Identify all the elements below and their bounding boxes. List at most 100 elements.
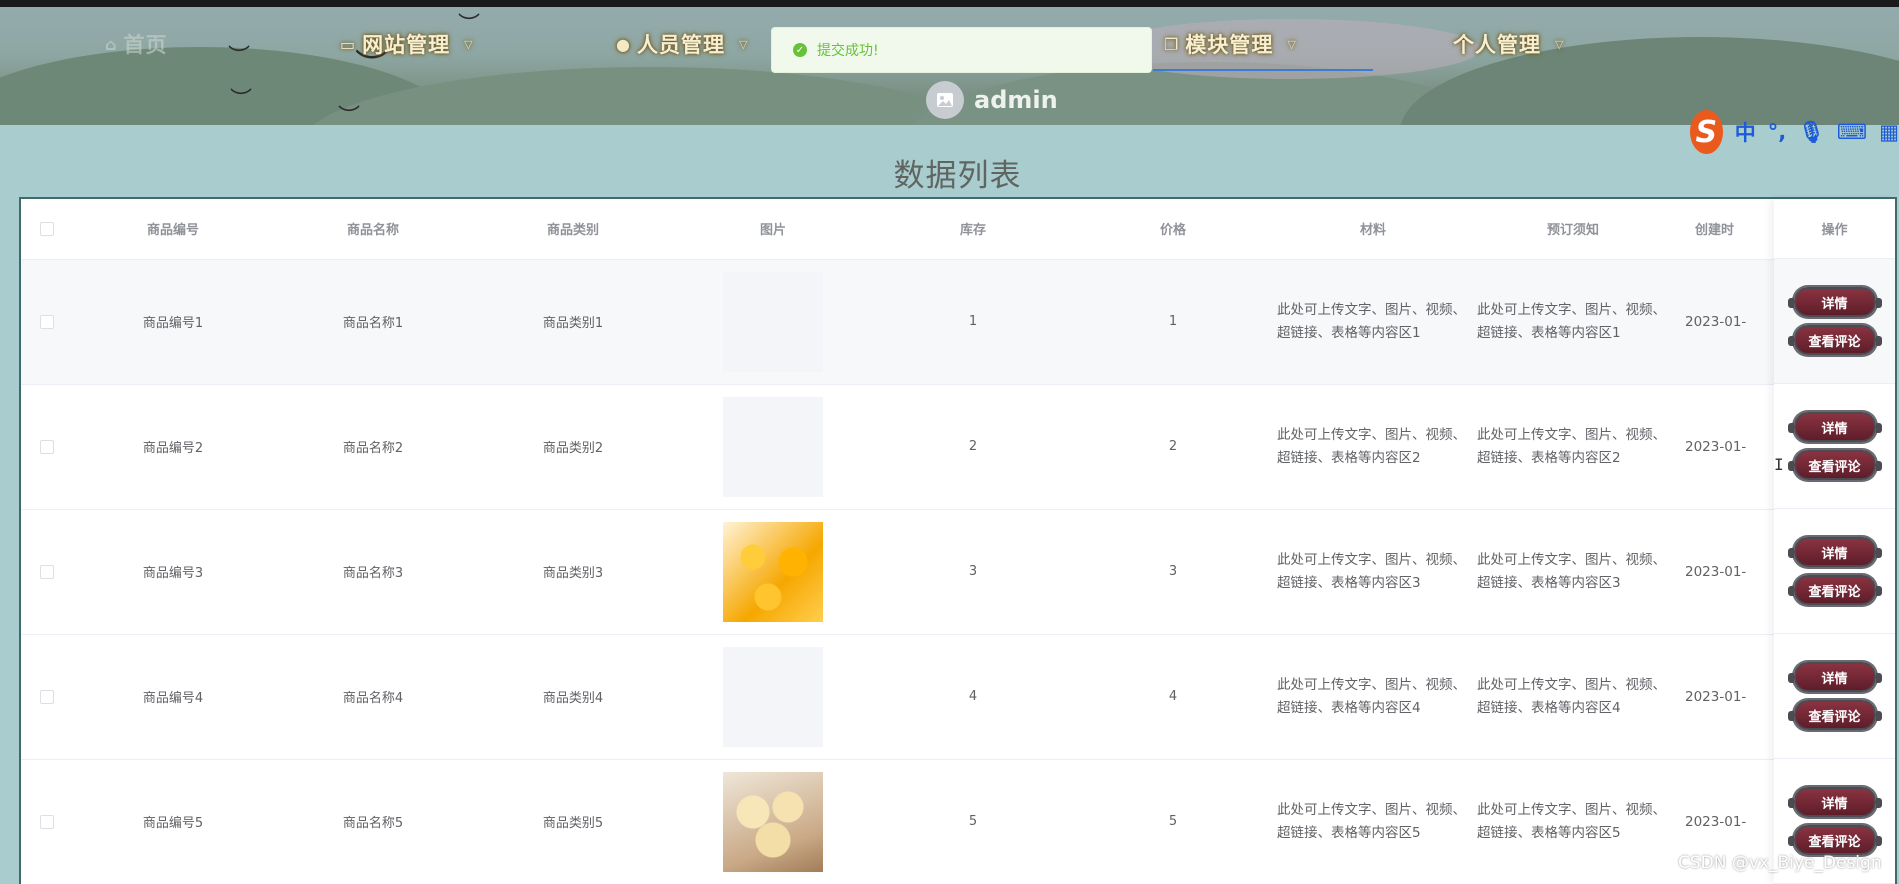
cell-name: 商品名称5 <box>273 759 473 884</box>
row-checkbox[interactable] <box>40 439 54 454</box>
cell-material: 此处可上传文字、图片、视频、超链接、表格等内容区4 <box>1273 634 1473 760</box>
detail-button[interactable]: 详情 <box>1787 787 1882 817</box>
column-header[interactable]: 材料 <box>1273 199 1473 260</box>
cell-image <box>673 759 873 884</box>
nav-item-site-management[interactable]: ▭ 网站管理 ▽ <box>340 27 474 61</box>
column-header[interactable]: 价格 <box>1073 199 1273 260</box>
cell-category: 商品类别5 <box>473 759 673 884</box>
cell-image <box>673 634 873 760</box>
cell-stock: 1 <box>873 259 1073 385</box>
ime-chinese-mode[interactable]: 中 <box>1735 117 1756 147</box>
column-header[interactable]: 商品名称 <box>273 199 473 260</box>
table-row: 商品编号1 商品名称1 商品类别1 1 1 此处可上传文字、图片、视频、超链接、… <box>21 259 1895 385</box>
cell-stock: 3 <box>873 509 1073 635</box>
cell-material: 此处可上传文字、图片、视频、超链接、表格等内容区5 <box>1273 759 1473 884</box>
view-comments-button[interactable]: 查看评论 <box>1787 450 1882 480</box>
ime-punctuation-mode[interactable]: °, <box>1768 120 1786 144</box>
operations-column: 操作 详情 查看评论 详情 查看评论 详情 查看评论 详情 查看评论 详情 查看… <box>1774 199 1895 884</box>
cell-category: 商品类别3 <box>473 509 673 635</box>
product-image[interactable] <box>723 521 823 622</box>
cell-price: 5 <box>1073 759 1273 884</box>
cell-code: 商品编号2 <box>73 384 273 510</box>
operations-cell: 详情 查看评论 <box>1774 634 1895 759</box>
text-cursor-icon: I <box>1774 455 1784 474</box>
nav-item-module-management[interactable]: ❐ 模块管理 ▽ <box>1164 27 1297 61</box>
sogou-logo-icon[interactable]: S <box>1690 110 1723 154</box>
avatar <box>926 81 964 119</box>
copy-icon: ❐ <box>1164 34 1180 54</box>
cell-notice: 此处可上传文字、图片、视频、超链接、表格等内容区1 <box>1473 259 1673 385</box>
cell-notice: 此处可上传文字、图片、视频、超链接、表格等内容区3 <box>1473 509 1673 635</box>
column-header[interactable]: 图片 <box>673 199 873 260</box>
image-icon <box>937 93 953 107</box>
nav-item-staff-management[interactable]: ● 人员管理 ▽ <box>616 27 748 61</box>
user-icon: ● <box>616 34 631 54</box>
cell-name: 商品名称4 <box>273 634 473 760</box>
cell-stock: 5 <box>873 759 1073 884</box>
detail-button[interactable]: 详情 <box>1787 537 1882 567</box>
cell-price: 1 <box>1073 259 1273 385</box>
view-comments-button[interactable]: 查看评论 <box>1787 575 1882 605</box>
ime-toolbar[interactable]: S 中 °, 🎙 ⌨ ▦ <box>1690 110 1899 154</box>
chevron-down-icon: ▽ <box>1287 37 1297 51</box>
cell-material: 此处可上传文字、图片、视频、超链接、表格等内容区1 <box>1273 259 1473 385</box>
column-header[interactable]: 库存 <box>873 199 1073 260</box>
product-image[interactable] <box>723 771 823 872</box>
column-header[interactable]: 商品编号 <box>73 199 273 260</box>
operations-cell: 详情 查看评论 <box>1774 384 1895 509</box>
product-image[interactable] <box>723 396 823 497</box>
username: admin <box>974 86 1058 114</box>
cell-price: 2 <box>1073 384 1273 510</box>
nav-item-personal-management[interactable]: 个人管理 ▽ <box>1453 27 1564 61</box>
view-comments-button[interactable]: 查看评论 <box>1787 325 1882 355</box>
view-comments-button[interactable]: 查看评论 <box>1787 825 1882 855</box>
row-checkbox[interactable] <box>40 314 54 329</box>
cell-code: 商品编号5 <box>73 759 273 884</box>
detail-button[interactable]: 详情 <box>1787 662 1882 692</box>
grid-icon[interactable]: ▦ <box>1879 120 1899 144</box>
chevron-down-icon: ▽ <box>1555 37 1565 51</box>
cell-image <box>673 509 873 635</box>
view-comments-button[interactable]: 查看评论 <box>1787 700 1882 730</box>
cell-notice: 此处可上传文字、图片、视频、超链接、表格等内容区2 <box>1473 384 1673 510</box>
table-row: 商品编号4 商品名称4 商品类别4 4 4 此处可上传文字、图片、视频、超链接、… <box>21 634 1895 760</box>
select-all-cell <box>21 199 73 260</box>
cell-category: 商品类别4 <box>473 634 673 760</box>
cell-stock: 4 <box>873 634 1073 760</box>
cell-price: 4 <box>1073 634 1273 760</box>
cell-material: 此处可上传文字、图片、视频、超链接、表格等内容区2 <box>1273 384 1473 510</box>
bird-icon: ︶ <box>228 45 251 70</box>
microphone-icon[interactable]: 🎙 <box>1798 120 1825 145</box>
table-header-row: 商品编号 商品名称 商品类别 图片 库存 价格 材料 预订须知 创建时 <box>21 199 1895 260</box>
hill-shape <box>300 67 1000 125</box>
product-image[interactable] <box>723 646 823 747</box>
window-top-strip <box>0 0 1899 7</box>
cell-notice: 此处可上传文字、图片、视频、超链接、表格等内容区5 <box>1473 759 1673 884</box>
row-select-cell <box>21 384 73 510</box>
keyboard-icon[interactable]: ⌨ <box>1837 120 1867 144</box>
bird-icon: ︶ <box>338 105 361 126</box>
row-checkbox[interactable] <box>40 689 54 704</box>
bird-icon: ︶ <box>230 88 253 113</box>
detail-button[interactable]: 详情 <box>1787 287 1882 317</box>
detail-button[interactable]: 详情 <box>1787 412 1882 442</box>
toast-message: 提交成功! <box>817 43 879 59</box>
cell-name: 商品名称1 <box>273 259 473 385</box>
cell-name: 商品名称3 <box>273 509 473 635</box>
cell-category: 商品类别1 <box>473 259 673 385</box>
nav-item-home[interactable]: ⌂ 首页 <box>105 27 167 61</box>
cell-stock: 2 <box>873 384 1073 510</box>
cell-price: 3 <box>1073 509 1273 635</box>
column-header[interactable]: 预订须知 <box>1473 199 1673 260</box>
column-header[interactable]: 商品类别 <box>473 199 673 260</box>
cell-code: 商品编号1 <box>73 259 273 385</box>
product-image[interactable] <box>723 271 823 372</box>
operations-cell: 详情 查看评论 <box>1774 259 1895 384</box>
chevron-down-icon: ▽ <box>738 37 749 51</box>
operations-cell: 详情 查看评论 <box>1774 509 1895 634</box>
select-all-checkbox[interactable] <box>40 221 54 236</box>
row-checkbox[interactable] <box>40 564 54 579</box>
user-menu[interactable]: admin <box>926 80 1058 120</box>
page-title: 数据列表 <box>893 158 1022 194</box>
row-checkbox[interactable] <box>40 814 54 829</box>
